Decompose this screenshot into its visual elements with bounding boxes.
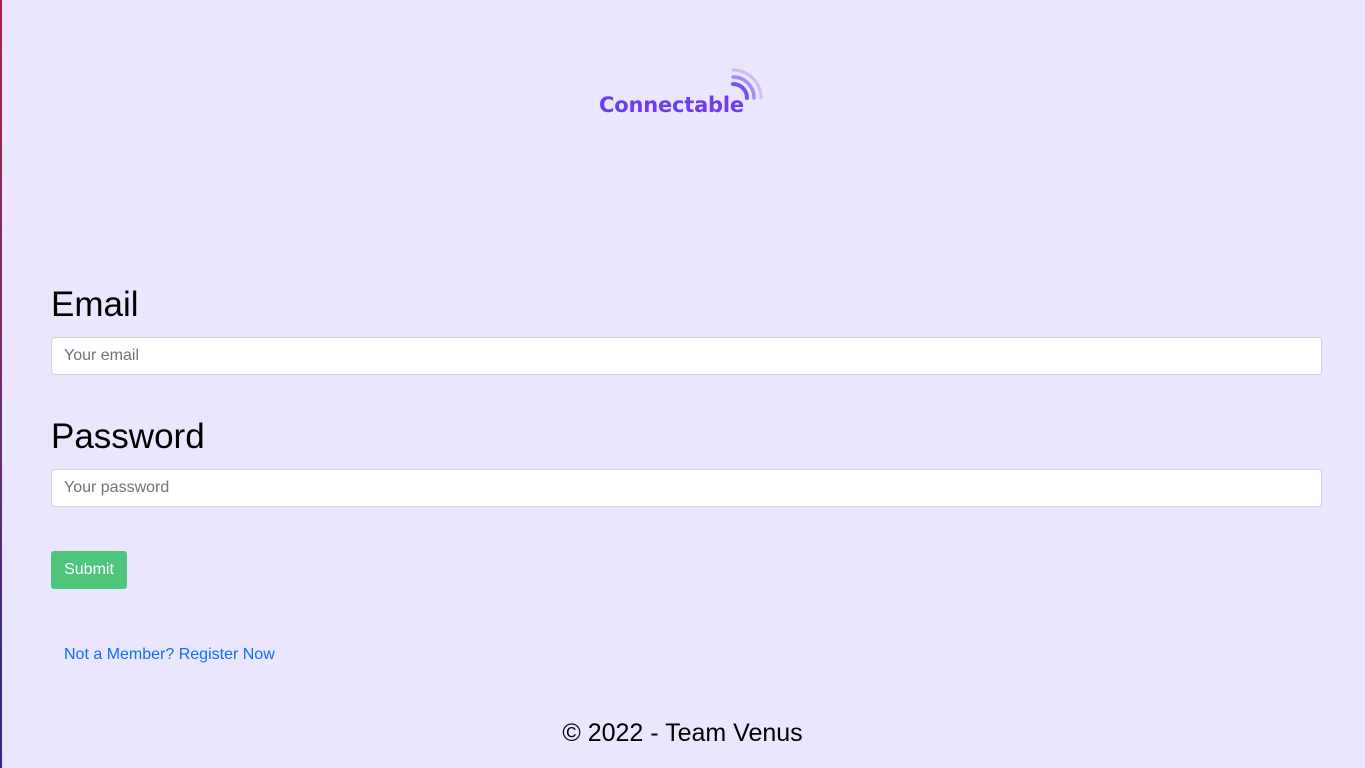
email-label: Email: [51, 285, 139, 324]
password-label: Password: [51, 417, 205, 456]
brand-name: Connectable: [599, 93, 744, 117]
footer-copyright: © 2022 - Team Venus: [562, 719, 803, 747]
submit-button[interactable]: Submit: [51, 551, 127, 589]
password-input[interactable]: [51, 469, 1322, 507]
email-input[interactable]: [51, 337, 1322, 375]
brand-logo[interactable]: Connectable: [599, 68, 774, 124]
register-link[interactable]: Not a Member? Register Now: [64, 646, 275, 664]
wifi-waves-icon: [731, 68, 763, 100]
window-edge-strip: [0, 0, 2, 768]
